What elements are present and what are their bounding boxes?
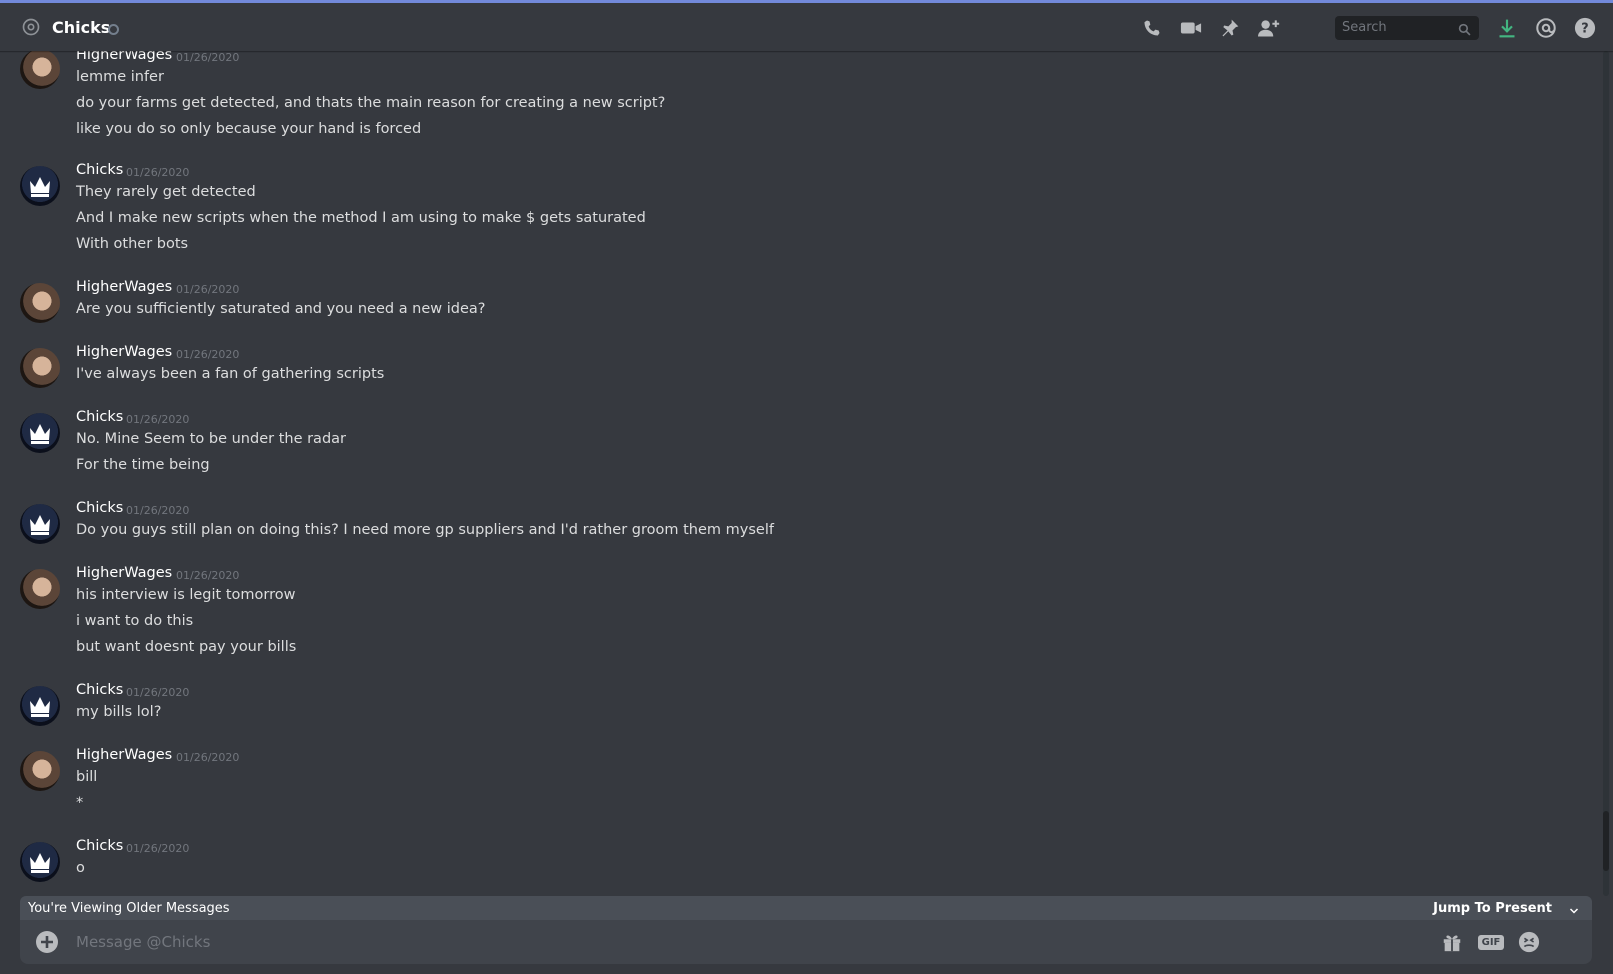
avatar[interactable] xyxy=(20,686,60,726)
message-text: like you do so only because your hand is… xyxy=(76,121,422,137)
crown-icon xyxy=(30,515,50,535)
avatar[interactable] xyxy=(20,504,60,544)
avatar[interactable] xyxy=(20,166,60,206)
mention-icon[interactable] xyxy=(1535,17,1557,39)
message-timestamp: 01/26/2020 xyxy=(126,842,190,855)
message-timestamp: 01/26/2020 xyxy=(176,283,240,296)
search-input[interactable]: Search xyxy=(1335,16,1479,40)
status-offline-icon xyxy=(108,24,119,35)
channel-title: Chicks xyxy=(52,18,111,37)
message-text: o xyxy=(76,860,85,876)
message-text: but want doesnt pay your bills xyxy=(76,639,297,655)
pin-icon[interactable] xyxy=(1219,17,1241,39)
message-text: With other bots xyxy=(76,236,189,252)
message-author[interactable]: Chicks xyxy=(76,682,123,698)
crown-icon xyxy=(30,853,50,873)
avatar[interactable] xyxy=(20,413,60,453)
message-timestamp: 01/26/2020 xyxy=(176,751,240,764)
older-messages-text: You're Viewing Older Messages xyxy=(28,901,230,916)
attach-plus-icon[interactable] xyxy=(36,931,58,953)
avatar[interactable] xyxy=(20,751,60,791)
message-timestamp: 01/26/2020 xyxy=(176,348,240,361)
dm-at-icon xyxy=(21,17,41,37)
message-input[interactable]: Message @Chicks xyxy=(76,933,210,951)
svg-text:?: ? xyxy=(1581,22,1588,37)
crown-icon xyxy=(30,697,50,717)
message-composer[interactable]: Message @Chicks GIF xyxy=(20,920,1592,964)
message-timestamp: 01/26/2020 xyxy=(176,569,240,582)
message-timestamp: 01/26/2020 xyxy=(126,504,190,517)
message-author[interactable]: HigherWages xyxy=(76,565,172,581)
message-text: For the time being xyxy=(76,457,210,473)
message-author[interactable]: HigherWages xyxy=(76,747,172,763)
scrollbar-thumb[interactable] xyxy=(1603,811,1609,871)
message-author[interactable]: HigherWages xyxy=(76,279,172,295)
message-author[interactable]: Chicks xyxy=(76,409,123,425)
message-author[interactable]: HigherWages xyxy=(76,344,172,360)
message-timestamp: 01/26/2020 xyxy=(126,166,190,179)
message-text: * xyxy=(76,795,84,811)
gif-label: GIF xyxy=(1477,934,1505,950)
add-friend-icon[interactable] xyxy=(1258,17,1280,39)
message-text: lemme infer xyxy=(76,69,164,85)
message-text: No. Mine Seem to be under the radar xyxy=(76,431,346,447)
message-timestamp: 01/26/2020 xyxy=(176,51,240,64)
message-text: Are you sufficiently saturated and you n… xyxy=(76,301,486,317)
crown-icon xyxy=(30,424,50,444)
message-list[interactable]: HigherWages 01/26/2020 lemme infer do yo… xyxy=(0,51,1600,896)
message-author[interactable]: Chicks xyxy=(76,500,123,516)
video-icon[interactable] xyxy=(1180,17,1202,39)
message-text: I've always been a fan of gathering scri… xyxy=(76,366,385,382)
message-text: They rarely get detected xyxy=(76,184,256,200)
call-icon[interactable] xyxy=(1141,17,1163,39)
jump-to-present-button[interactable]: Jump To Present xyxy=(1433,901,1552,916)
message-scrollbar[interactable] xyxy=(1603,51,1609,896)
avatar[interactable] xyxy=(20,348,60,388)
avatar[interactable] xyxy=(20,842,60,882)
avatar[interactable] xyxy=(20,51,60,89)
emoji-icon[interactable] xyxy=(1517,930,1541,954)
channel-header: Chicks Search ? xyxy=(0,3,1613,51)
message-text: i want to do this xyxy=(76,613,194,629)
message-timestamp: 01/26/2020 xyxy=(126,413,190,426)
avatar[interactable] xyxy=(20,283,60,323)
help-icon[interactable]: ? xyxy=(1574,17,1596,39)
search-placeholder: Search xyxy=(1342,20,1387,35)
message-author[interactable]: Chicks xyxy=(76,838,123,854)
message-text: Do you guys still plan on doing this? I … xyxy=(76,522,774,538)
message-author[interactable]: Chicks xyxy=(76,162,123,178)
message-text: do your farms get detected, and thats th… xyxy=(76,95,666,111)
message-text: my bills lol? xyxy=(76,704,162,720)
message-text: And I make new scripts when the method I… xyxy=(76,210,646,226)
avatar[interactable] xyxy=(20,569,60,609)
older-messages-bar: You're Viewing Older Messages Jump To Pr… xyxy=(20,896,1592,920)
chevron-down-icon[interactable] xyxy=(1568,902,1580,921)
search-icon xyxy=(1458,21,1471,40)
gift-icon[interactable] xyxy=(1440,930,1464,954)
message-author[interactable]: HigherWages xyxy=(76,51,172,63)
gif-button[interactable]: GIF xyxy=(1477,930,1505,954)
message-timestamp: 01/26/2020 xyxy=(126,686,190,699)
message-text: his interview is legit tomorrow xyxy=(76,587,296,603)
download-icon[interactable] xyxy=(1496,17,1518,39)
crown-icon xyxy=(30,177,50,197)
message-text: bill xyxy=(76,769,98,785)
